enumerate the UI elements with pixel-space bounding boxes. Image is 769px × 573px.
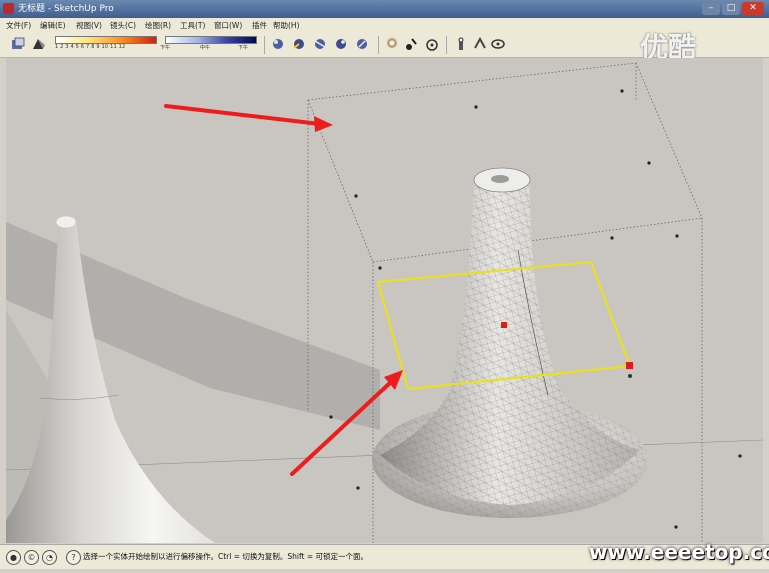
geo-location-icon[interactable]: ●	[6, 550, 21, 565]
minimize-button[interactable]: –	[702, 2, 720, 15]
help-icon[interactable]: ?	[66, 550, 81, 565]
display-section-icon[interactable]	[472, 36, 488, 52]
status-message: 选择一个实体开始绘制以进行偏移操作。Ctrl = 切换为复制。Shift = 可…	[83, 552, 368, 561]
shadow-settings-icon[interactable]	[10, 36, 26, 52]
menu-camera[interactable]: 镜头(C)	[110, 18, 136, 33]
menu-window[interactable]: 窗口(W)	[214, 18, 242, 33]
menu-plugins[interactable]: 插件	[252, 18, 267, 33]
toolbar-separator	[264, 36, 265, 54]
cone-top-hole	[491, 175, 509, 183]
credits-icon[interactable]: ©	[24, 550, 39, 565]
app-icon	[3, 3, 14, 14]
time-min-label: 下午	[160, 45, 171, 51]
zoom-icon[interactable]	[312, 36, 328, 52]
menu-view[interactable]: 视图(V)	[76, 18, 102, 33]
maximize-button[interactable]: □	[722, 2, 740, 15]
month-ticks: 1 2 3 4 5 6 7 8 9 10 11 12	[55, 44, 126, 50]
menu-draw[interactable]: 绘图(R)	[145, 18, 171, 33]
center-grip[interactable]	[501, 322, 507, 328]
scene-drawing	[6, 62, 763, 543]
cursor-dot	[628, 374, 632, 378]
left-cone-top	[55, 215, 77, 229]
look-around-icon[interactable]	[404, 36, 420, 52]
cone-wireframe-mesh	[380, 169, 640, 505]
site-watermark: www.eeeetop.com	[589, 540, 769, 564]
walk-icon[interactable]	[384, 36, 400, 52]
toolbar-separator	[446, 36, 447, 54]
menu-file[interactable]: 文件(F)	[6, 18, 31, 33]
zoom-window-icon[interactable]	[333, 36, 349, 52]
user-icon[interactable]: ◔	[42, 550, 57, 565]
window-title: 无标题 - SketchUp Pro	[18, 4, 114, 14]
menu-tools[interactable]: 工具(T)	[180, 18, 205, 33]
model-viewport[interactable]	[6, 58, 763, 543]
time-slider[interactable]	[55, 36, 157, 44]
corner-grip[interactable]	[626, 362, 633, 369]
pan-icon[interactable]	[291, 36, 307, 52]
toolbar-separator	[378, 36, 379, 54]
time-mid-label: 中午	[200, 45, 211, 51]
menu-help[interactable]: 帮助(H)	[273, 18, 300, 33]
orbit-icon[interactable]	[270, 36, 286, 52]
zoom-extents-icon[interactable]	[354, 36, 370, 52]
shadows-toggle-icon[interactable]	[30, 36, 46, 52]
position-camera-icon[interactable]	[424, 36, 440, 52]
sketchup-window: 无标题 - SketchUp Pro – □ ✕ 文件(F) 编辑(E) 视图(…	[0, 0, 769, 573]
title-bar: 无标题 - SketchUp Pro – □ ✕	[0, 0, 769, 18]
menu-edit[interactable]: 编辑(E)	[40, 18, 66, 33]
section-cut-icon[interactable]	[490, 36, 506, 52]
time-max-label: 下午	[238, 45, 249, 51]
section-plane-icon[interactable]	[453, 36, 469, 52]
date-slider[interactable]	[165, 36, 257, 44]
close-button[interactable]: ✕	[742, 2, 764, 15]
